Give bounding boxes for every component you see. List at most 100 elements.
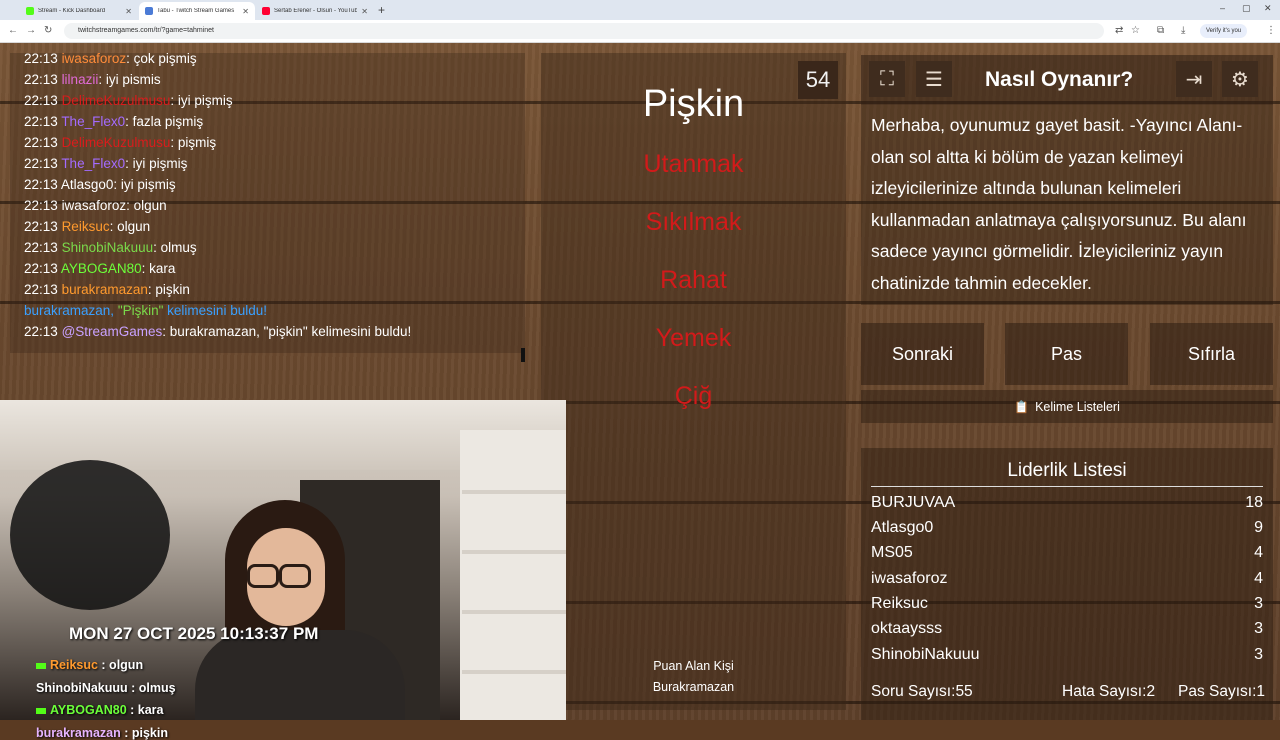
chat-line: 22:13 AYBOGAN80: kara	[24, 261, 175, 276]
chat-text: : burakramazan, "pişkin" kelimesini buld…	[162, 324, 412, 339]
pass-count-value: 1	[1256, 683, 1266, 700]
panel-header: ⛶ ☰ Nasıl Oynanır? ⇥ ⚙	[861, 55, 1273, 105]
close-window-icon[interactable]: ✕	[1264, 3, 1272, 14]
leaderboard: Liderlik Listesi BURJUVAA 18 Atlasgo0 9 MS…	[861, 448, 1273, 720]
room-shelf	[460, 430, 566, 720]
tab-title: Tabu - Twitch Stream Games	[157, 8, 235, 14]
tab-tabu-game[interactable]: Tabu - Twitch Stream Games ✕	[139, 2, 255, 20]
taboo-word: Rahat	[660, 266, 727, 294]
document-icon[interactable]: ☰	[916, 61, 952, 97]
chat-text: : olgun	[109, 219, 151, 234]
chat-time: 22:13	[24, 198, 58, 213]
chat-time: 22:13	[24, 156, 58, 171]
glasses-lens	[247, 564, 279, 588]
chat-time: 22:13	[24, 177, 58, 192]
menu-kebab-icon[interactable]: ⋮	[1266, 25, 1276, 36]
reset-button[interactable]: Sıfırla	[1150, 323, 1273, 385]
instructions-text: Merhaba, oyunumuz gayet basit. -Yayıncı …	[861, 105, 1273, 305]
chat-user: DelimeKuzulmusu	[61, 135, 171, 150]
fullscreen-icon[interactable]: ⛶	[869, 61, 905, 97]
chat-user: Reiksuc	[61, 219, 110, 234]
close-tab-icon[interactable]: ✕	[361, 7, 368, 16]
word-lists-button[interactable]: 📋 Kelime Listeleri	[861, 390, 1273, 423]
shelf-board	[462, 610, 566, 614]
game-favicon-icon	[145, 7, 153, 15]
bookmark-star-icon[interactable]: ☆	[1131, 25, 1140, 36]
found-suffix: kelimesini buldu!	[163, 303, 267, 318]
player-name: Reiksuc	[871, 595, 928, 612]
overlay-chat-line: Reiksuc : olgun	[36, 658, 143, 672]
translate-icon[interactable]: ⇄	[1115, 25, 1123, 36]
player-score: 3	[1254, 646, 1263, 663]
webcam-feed	[0, 400, 566, 720]
chat-user: ShinobiNakuuu	[61, 240, 154, 255]
chat-badge-icon	[36, 707, 46, 714]
taboo-word: Sıkılmak	[645, 208, 742, 236]
chat-time: 22:13	[24, 219, 58, 234]
chat-time: 22:13	[24, 282, 58, 297]
chat-scrollbar[interactable]	[521, 348, 525, 362]
chat-user: The_Flex0	[61, 156, 126, 171]
error-count: Hata Sayısı:2	[1062, 683, 1155, 701]
question-count-label: Soru Sayısı:	[871, 683, 956, 700]
chat-text: : olmuş	[153, 240, 197, 255]
back-icon[interactable]: ←	[8, 25, 18, 36]
pass-button[interactable]: Pas	[1005, 323, 1128, 385]
overlay-text: : pişkin	[120, 726, 168, 740]
download-icon[interactable]: ⤓	[1181, 25, 1185, 36]
shelf-board	[462, 670, 566, 674]
game-page: 22:13 iwasaforoz: çok pişmiş 22:13 lilna…	[0, 43, 1280, 740]
tab-youtube[interactable]: Sertab Erener - Olsun - YouTube ✕	[256, 2, 374, 20]
scorer-name: Burakramazan	[652, 680, 735, 694]
chat-user: lilnazii	[61, 72, 99, 87]
chat-text: : olgun	[126, 198, 167, 213]
leaderboard-title: Liderlik Listesi	[1007, 460, 1127, 481]
overlay-text: : kara	[126, 703, 164, 717]
maximize-icon[interactable]: ▢	[1242, 3, 1251, 14]
browser-tab-bar: Stream - Kick Dashboard ✕ Tabu - Twitch …	[0, 0, 1280, 20]
question-count: Soru Sayısı:55	[871, 683, 973, 701]
target-word: Pişkin	[642, 83, 745, 125]
chat-time: 22:13	[24, 114, 58, 129]
chat-line: 22:13 DelimeKuzulmusu: iyi pişmiş	[24, 93, 233, 108]
chat-line: 22:13 DelimeKuzulmusu: pişmiş	[24, 135, 216, 150]
pass-count: Pas Sayısı:1	[1178, 683, 1265, 701]
url-field[interactable]: twitchstreamgames.com/tr/?game=tahminet	[64, 23, 1104, 39]
close-tab-icon[interactable]: ✕	[242, 7, 249, 16]
word-lists-label: Kelime Listeleri	[1035, 399, 1120, 414]
taboo-word: Yemek	[655, 324, 732, 352]
tab-kick-dashboard[interactable]: Stream - Kick Dashboard ✕	[20, 2, 138, 20]
forward-icon[interactable]: →	[26, 25, 36, 36]
chat-time: 22:13	[24, 72, 58, 87]
chat-text: : fazla pişmiş	[125, 114, 204, 129]
taboo-word: Çiğ	[674, 382, 713, 410]
taboo-word: Utanmak	[643, 150, 744, 178]
error-count-value: 2	[1146, 683, 1156, 700]
player-name: MS05	[871, 544, 913, 561]
chat-text: : iyi pişmiş	[170, 93, 233, 108]
new-tab-button[interactable]: +	[378, 3, 385, 17]
chat-line: 22:13 Reiksuc: olgun	[24, 219, 150, 234]
error-count-label: Hata Sayısı:	[1062, 683, 1147, 700]
next-button[interactable]: Sonraki	[861, 323, 984, 385]
reload-icon[interactable]: ↻	[44, 25, 52, 36]
kick-favicon-icon	[26, 7, 34, 15]
profile-verify-chip[interactable]: Verify it's you	[1200, 24, 1248, 38]
chat-text: : iyi pismis	[98, 72, 161, 87]
chat-user: AYBOGAN80	[60, 261, 142, 276]
found-user: burakramazan,	[24, 303, 115, 318]
overlay-user: ShinobiNakuuu	[36, 681, 128, 695]
chat-log[interactable]: 22:13 iwasaforoz: çok pişmiş 22:13 lilna…	[10, 53, 525, 353]
player-name: oktaaysss	[871, 620, 943, 637]
close-tab-icon[interactable]: ✕	[125, 7, 132, 16]
player-score: 4	[1254, 544, 1263, 561]
exit-icon[interactable]: ⇥	[1176, 61, 1212, 97]
youtube-favicon-icon	[262, 7, 270, 15]
extensions-icon[interactable]: ⧉	[1157, 25, 1164, 36]
minimize-icon[interactable]: –	[1220, 3, 1225, 13]
chat-text: : kara	[141, 261, 176, 276]
overlay-text: : olmuş	[127, 681, 176, 695]
settings-gear-icon[interactable]: ⚙	[1222, 61, 1258, 97]
clipboard-icon: 📋	[1014, 399, 1030, 414]
chat-time: 22:13	[24, 93, 58, 108]
